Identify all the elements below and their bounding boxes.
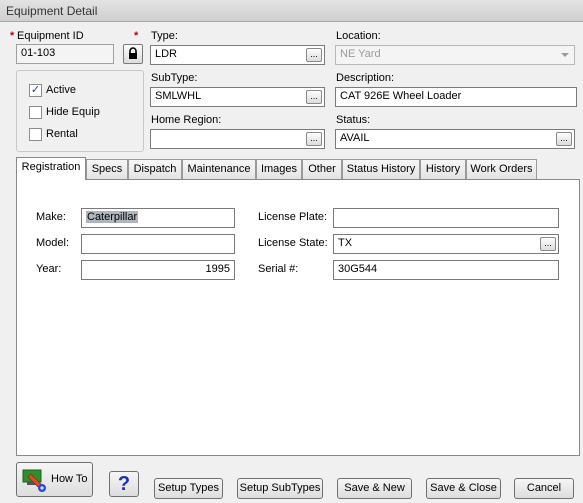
- lock-button[interactable]: [123, 44, 143, 64]
- description-label: Description:: [336, 72, 395, 84]
- setup-types-button[interactable]: Setup Types: [154, 478, 223, 499]
- location-label: Location:: [336, 30, 381, 42]
- year-label: Year:: [36, 263, 62, 275]
- license-state-field[interactable]: TX: [333, 234, 559, 254]
- tab-registration[interactable]: Registration: [16, 157, 86, 180]
- subtype-field[interactable]: SMLWHL: [150, 87, 325, 107]
- make-field[interactable]: Caterpillar: [81, 208, 235, 228]
- license-state-label: License State:: [258, 237, 328, 249]
- equipment-id-field[interactable]: 01-103: [16, 44, 114, 64]
- type-field[interactable]: LDR: [150, 45, 325, 65]
- year-field[interactable]: 1995: [81, 260, 235, 280]
- save-new-button[interactable]: Save & New: [337, 478, 412, 499]
- active-checkbox[interactable]: ✓: [29, 84, 42, 97]
- tab-other[interactable]: Other: [302, 159, 342, 179]
- home-region-field[interactable]: [150, 129, 325, 149]
- status-label: Status:: [336, 114, 371, 126]
- type-label: Type:: [151, 30, 178, 42]
- cancel-button[interactable]: Cancel: [514, 478, 574, 499]
- model-field[interactable]: [81, 234, 235, 254]
- help-icon: ?: [117, 473, 131, 495]
- active-label: Active: [46, 84, 76, 96]
- tab-specs[interactable]: Specs: [86, 159, 128, 179]
- description-field[interactable]: CAT 926E Wheel Loader: [335, 87, 577, 107]
- howto-icon: [22, 469, 46, 492]
- status-ellipsis-button[interactable]: ...: [556, 132, 572, 146]
- make-label: Make:: [36, 211, 66, 223]
- save-close-button[interactable]: Save & Close: [426, 478, 501, 499]
- tab-images[interactable]: Images: [256, 159, 302, 179]
- active-tab-connector: [17, 178, 85, 181]
- subtype-ellipsis-button[interactable]: ...: [306, 90, 322, 104]
- serial-label: Serial #:: [258, 263, 299, 275]
- tab-work-orders[interactable]: Work Orders: [466, 159, 537, 179]
- license-plate-field[interactable]: [333, 208, 559, 228]
- required-marker: *: [134, 30, 139, 42]
- license-state-ellipsis-button[interactable]: ...: [540, 237, 556, 251]
- window-title: Equipment Detail: [0, 0, 583, 22]
- help-button[interactable]: ?: [109, 471, 139, 497]
- tab-dispatch[interactable]: Dispatch: [128, 159, 182, 179]
- type-ellipsis-button[interactable]: ...: [306, 48, 322, 62]
- how-to-button[interactable]: How To: [16, 462, 93, 497]
- lock-icon: [129, 47, 137, 59]
- required-marker: *: [10, 30, 15, 42]
- make-value: Caterpillar: [86, 211, 139, 223]
- serial-field[interactable]: 30G544: [333, 260, 559, 280]
- status-field[interactable]: AVAIL: [335, 129, 575, 149]
- how-to-label: How To: [51, 473, 88, 485]
- location-dropdown[interactable]: NE Yard: [335, 45, 575, 65]
- model-label: Model:: [36, 237, 70, 249]
- hide-equip-label: Hide Equip: [46, 106, 100, 118]
- tab-maintenance[interactable]: Maintenance: [182, 159, 256, 179]
- tab-status-history[interactable]: Status History: [342, 159, 420, 179]
- subtype-label: SubType:: [151, 72, 198, 84]
- setup-subtypes-button[interactable]: Setup SubTypes: [237, 478, 323, 499]
- chevron-down-icon: [561, 53, 569, 57]
- rental-checkbox[interactable]: [29, 128, 42, 141]
- home-region-label: Home Region:: [151, 114, 222, 126]
- license-plate-label: License Plate:: [258, 211, 328, 223]
- tab-history[interactable]: History: [420, 159, 466, 179]
- home-region-ellipsis-button[interactable]: ...: [306, 132, 322, 146]
- rental-label: Rental: [46, 128, 78, 140]
- location-dropdown-button[interactable]: [556, 46, 574, 64]
- hide-equip-checkbox[interactable]: [29, 106, 42, 119]
- equipment-id-label: Equipment ID: [17, 30, 84, 42]
